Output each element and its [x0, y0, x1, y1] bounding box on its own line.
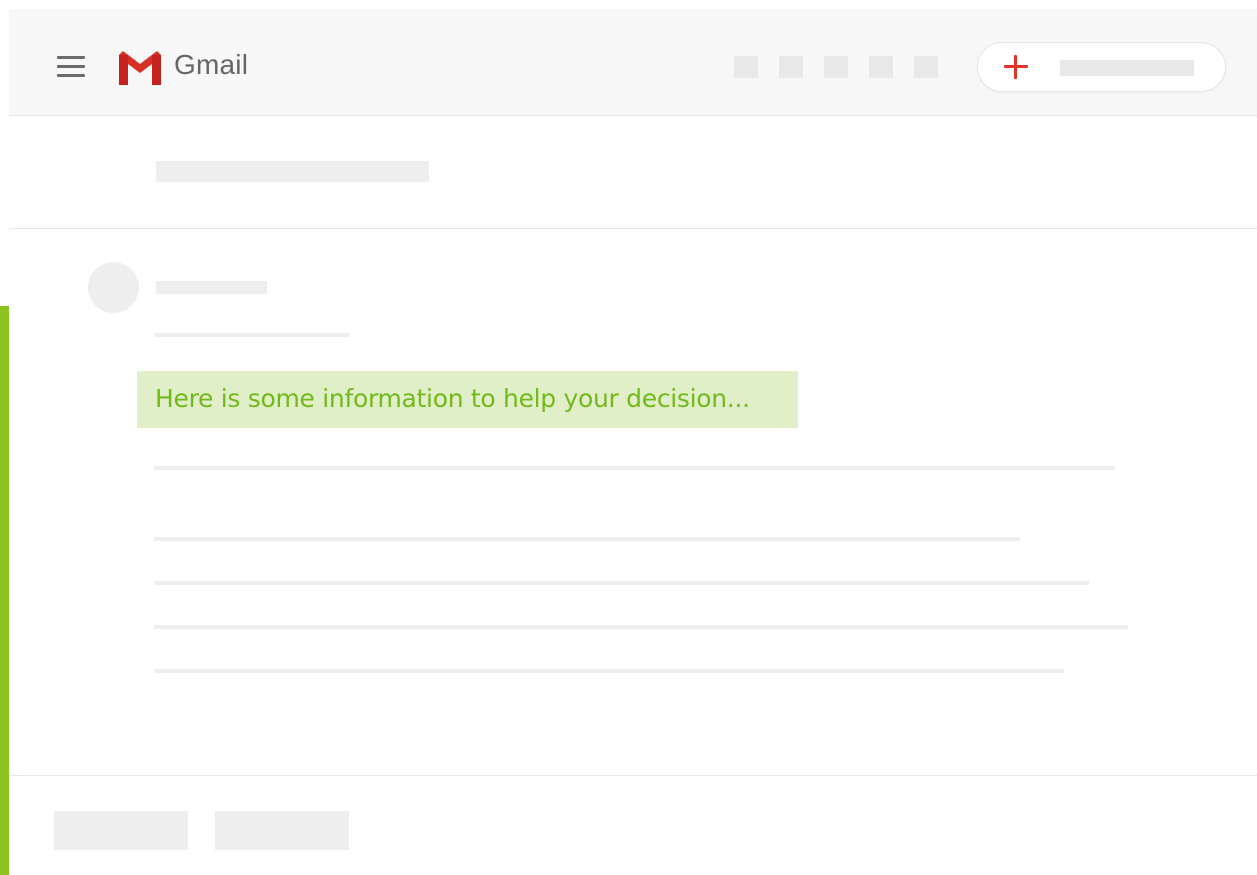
toolbar-icon[interactable] — [734, 56, 758, 78]
email-window: Gmail Here is some information to help y… — [9, 9, 1257, 875]
toolbar-icon[interactable] — [779, 56, 803, 78]
compose-button[interactable] — [977, 42, 1226, 92]
body-text-line — [154, 537, 1020, 541]
hamburger-menu-icon[interactable] — [57, 54, 85, 78]
avatar — [88, 262, 139, 313]
body-text-line — [154, 625, 1128, 629]
body-text-line — [154, 581, 1089, 585]
footer-divider — [9, 775, 1257, 776]
screen: Gmail Here is some information to help y… — [0, 0, 1257, 875]
highlighted-message: Here is some information to help your de… — [137, 371, 798, 428]
toolbar-icon[interactable] — [869, 56, 893, 78]
reply-button[interactable] — [54, 811, 188, 850]
forward-button[interactable] — [215, 811, 349, 850]
app-name: Gmail — [174, 49, 249, 80]
gmail-m-logo-icon — [119, 51, 161, 85]
subject-placeholder — [156, 161, 429, 182]
menu-bar — [57, 56, 85, 59]
body-text-line — [154, 669, 1064, 673]
app-header: Gmail — [9, 9, 1257, 116]
toolbar-icon[interactable] — [824, 56, 848, 78]
compose-label-placeholder — [1060, 60, 1194, 76]
subject-row — [9, 116, 1257, 229]
highlighted-text: Here is some information to help your de… — [155, 384, 750, 413]
sender-placeholder — [156, 281, 267, 294]
accent-bar-left — [0, 306, 9, 875]
recipient-placeholder — [154, 333, 350, 337]
toolbar-icon[interactable] — [914, 56, 938, 78]
body-text-line — [154, 466, 1115, 470]
menu-bar — [57, 65, 85, 68]
menu-bar — [57, 74, 85, 77]
plus-icon — [1004, 55, 1028, 79]
